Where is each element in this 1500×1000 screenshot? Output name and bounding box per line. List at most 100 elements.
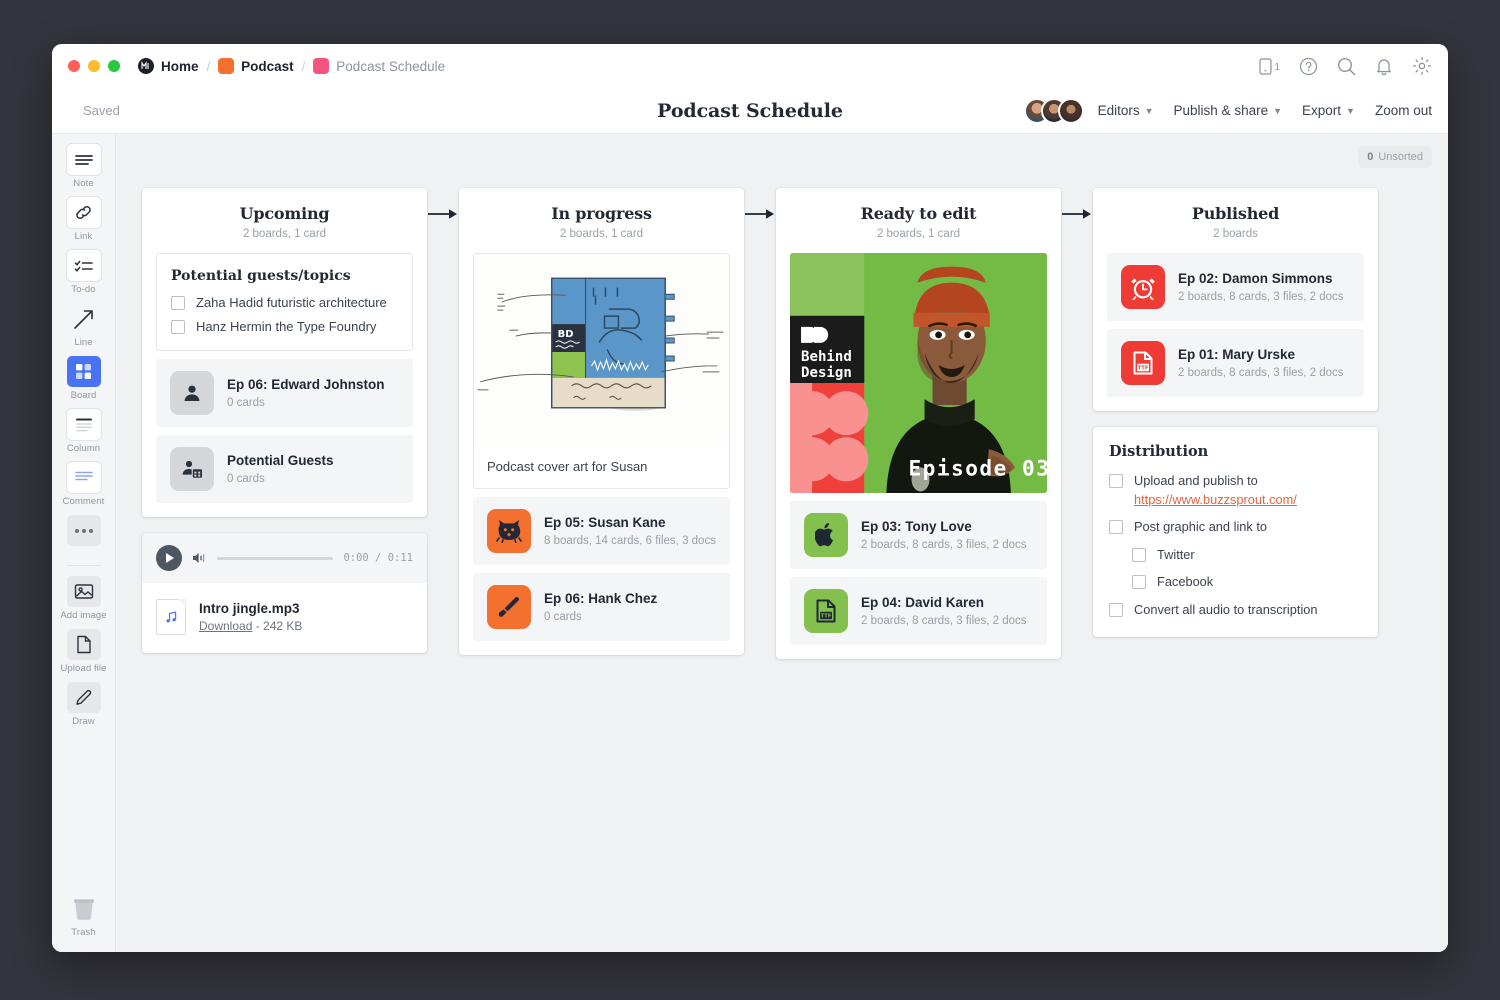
todo-item[interactable]: Hanz Hermin the Type Foundry	[171, 319, 398, 334]
export-menu-button[interactable]: Export ▼	[1302, 103, 1355, 118]
image-card-caption: Podcast cover art for Susan	[474, 446, 729, 488]
column-card-in-progress[interactable]: In progress 2 boards, 1 card	[459, 188, 744, 655]
buzzsprout-link[interactable]: https://www.buzzsprout.com/	[1134, 491, 1297, 510]
board-ref-subtitle: 0 cards	[544, 611, 657, 623]
play-button[interactable]	[156, 545, 182, 571]
audio-scrubber[interactable]	[217, 557, 333, 560]
avatar[interactable]	[1058, 98, 1084, 124]
tool-line[interactable]: Line	[56, 303, 112, 348]
board-ref-title: Potential Guests	[227, 453, 334, 470]
board-ref-title: Ep 06: Hank Chez	[544, 591, 657, 608]
tool-column[interactable]: Column	[56, 409, 112, 454]
checkbox-transcription[interactable]	[1109, 603, 1123, 617]
settings-gear-icon[interactable]	[1412, 56, 1432, 76]
notifications-bell-icon[interactable]	[1375, 57, 1393, 76]
board-ref-ep06-edward-johnston[interactable]: Ep 06: Edward Johnston 0 cards	[156, 359, 413, 427]
checkbox-zaha-hadid[interactable]	[171, 296, 185, 310]
board-ref-ep03-tony-love[interactable]: Ep 03: Tony Love 2 boards, 8 cards, 3 fi…	[790, 501, 1047, 569]
board-canvas[interactable]: 0 Unsorted Upcoming 2 boards, 1 card Pot…	[116, 134, 1448, 952]
distribution-item-twitter[interactable]: Twitter	[1109, 546, 1362, 565]
unsorted-badge[interactable]: 0 Unsorted	[1358, 146, 1432, 168]
breadcrumb-item-podcast-schedule[interactable]: Podcast Schedule	[313, 58, 445, 74]
ttf-file-board-icon: TTF	[1121, 341, 1165, 385]
board-ref-ep06-hank-chez[interactable]: Ep 06: Hank Chez 0 cards	[473, 573, 730, 641]
board-ref-ep01-mary-urske[interactable]: TTF Ep 01: Mary Urske 2 boards, 8 cards,…	[1107, 329, 1364, 397]
column-in-progress: In progress 2 boards, 1 card	[459, 188, 744, 655]
distribution-item-upload-publish[interactable]: Upload and publish to https://www.buzzsp…	[1109, 472, 1362, 509]
tool-label-line: Line	[74, 337, 92, 348]
column-title-published: Published	[1107, 204, 1364, 223]
publish-share-menu-button[interactable]: Publish & share ▼	[1174, 103, 1282, 118]
person-board-icon	[170, 371, 214, 415]
column-card-published[interactable]: Published 2 boards	[1093, 188, 1378, 411]
distribution-card[interactable]: Distribution Upload and publish to https…	[1093, 427, 1378, 637]
column-card-ready-to-edit[interactable]: Ready to edit 2 boards, 1 card	[776, 188, 1061, 659]
play-icon	[166, 553, 174, 563]
column-title-ready-to-edit: Ready to edit	[790, 204, 1047, 223]
board-ref-ep02-damon-simmons[interactable]: Ep 02: Damon Simmons 2 boards, 8 cards, …	[1107, 253, 1364, 321]
checkbox-upload-publish[interactable]	[1109, 474, 1123, 488]
draw-pencil-icon	[67, 682, 101, 713]
checkbox-twitter[interactable]	[1132, 548, 1146, 562]
board-ref-ep05-susan-kane[interactable]: Ep 05: Susan Kane 8 boards, 14 cards, 6 …	[473, 497, 730, 565]
download-link[interactable]: Download	[199, 619, 252, 633]
volume-icon[interactable]	[192, 551, 207, 565]
orange-folder-chip-icon	[218, 58, 234, 74]
breadcrumb-label-home: Home	[161, 59, 199, 74]
svg-text:TTF: TTF	[821, 614, 832, 620]
tool-add-image[interactable]: Add image	[56, 576, 112, 621]
tool-todo[interactable]: To-do	[56, 250, 112, 295]
zoom-out-button[interactable]: Zoom out	[1375, 103, 1432, 118]
checkbox-hanz-hermin[interactable]	[171, 320, 185, 334]
help-icon[interactable]	[1299, 57, 1318, 76]
titlebar-actions: 1	[1259, 56, 1432, 76]
board-ref-potential-guests[interactable]: Potential Guests 0 cards	[156, 435, 413, 503]
tool-draw[interactable]: Draw	[56, 682, 112, 727]
editors-label: Editors	[1098, 103, 1140, 118]
checkbox-facebook[interactable]	[1132, 575, 1146, 589]
board-ref-title: Ep 02: Damon Simmons	[1178, 271, 1344, 288]
search-icon[interactable]	[1337, 57, 1356, 76]
editors-menu-button[interactable]: Editors ▼	[1098, 103, 1154, 118]
audio-player[interactable]: 0:00 / 0:11	[142, 533, 427, 583]
distribution-item-transcription[interactable]: Convert all audio to transcription	[1109, 601, 1362, 620]
audio-file-size: 242 KB	[263, 619, 302, 633]
column-title-in-progress: In progress	[473, 204, 730, 223]
tool-more[interactable]	[56, 515, 112, 549]
column-icon	[67, 409, 101, 440]
add-image-icon	[67, 576, 101, 607]
board-columns: Upcoming 2 boards, 1 card Potential gues…	[142, 188, 1378, 659]
editor-avatars[interactable]	[1024, 98, 1084, 124]
board-ref-ep04-david-karen[interactable]: TTF Ep 04: David Karen 2 boards, 8 cards…	[790, 577, 1047, 645]
tool-comment[interactable]: Comment	[56, 462, 112, 507]
distribution-item-post-graphic[interactable]: Post graphic and link to	[1109, 518, 1362, 537]
breadcrumb-item-home[interactable]: Home	[138, 58, 199, 74]
mobile-device-icon[interactable]: 1	[1259, 58, 1280, 75]
tool-label-column: Column	[67, 443, 100, 454]
image-card-episode-cover[interactable]: Behind Design	[790, 253, 1047, 493]
tool-trash[interactable]: Trash	[56, 893, 112, 938]
maximize-window-button[interactable]	[108, 60, 120, 72]
checkbox-post-graphic[interactable]	[1109, 520, 1123, 534]
person-calendar-board-icon	[170, 447, 214, 491]
tool-board[interactable]: Board	[56, 356, 112, 401]
tool-note[interactable]: Note	[56, 144, 112, 189]
todo-item[interactable]: Zaha Hadid futuristic architecture	[171, 295, 398, 310]
audio-file-card[interactable]: 0:00 / 0:11 Intro jingle.mp3	[142, 533, 427, 653]
column-subtitle-published: 2 boards	[1107, 228, 1364, 240]
board-icon	[67, 356, 101, 387]
minimize-window-button[interactable]	[88, 60, 100, 72]
distribution-item-facebook[interactable]: Facebook	[1109, 573, 1362, 592]
document-toolbar: Saved Podcast Schedule Editors ▼ Publish…	[52, 88, 1448, 134]
tool-upload-file[interactable]: Upload file	[56, 629, 112, 674]
close-window-button[interactable]	[68, 60, 80, 72]
window-controls[interactable]	[68, 60, 120, 72]
breadcrumb-item-podcast[interactable]: Podcast	[218, 58, 294, 74]
tool-link[interactable]: Link	[56, 197, 112, 242]
board-ref-title: Ep 05: Susan Kane	[544, 515, 716, 532]
todo-card-potential-guests[interactable]: Potential guests/topics Zaha Hadid futur…	[156, 253, 413, 351]
column-ready-to-edit: Ready to edit 2 boards, 1 card	[776, 188, 1061, 659]
column-card-upcoming[interactable]: Upcoming 2 boards, 1 card Potential gues…	[142, 188, 427, 517]
image-card-cover-sketch[interactable]: BD	[473, 253, 730, 489]
tool-label-note: Note	[73, 178, 93, 189]
